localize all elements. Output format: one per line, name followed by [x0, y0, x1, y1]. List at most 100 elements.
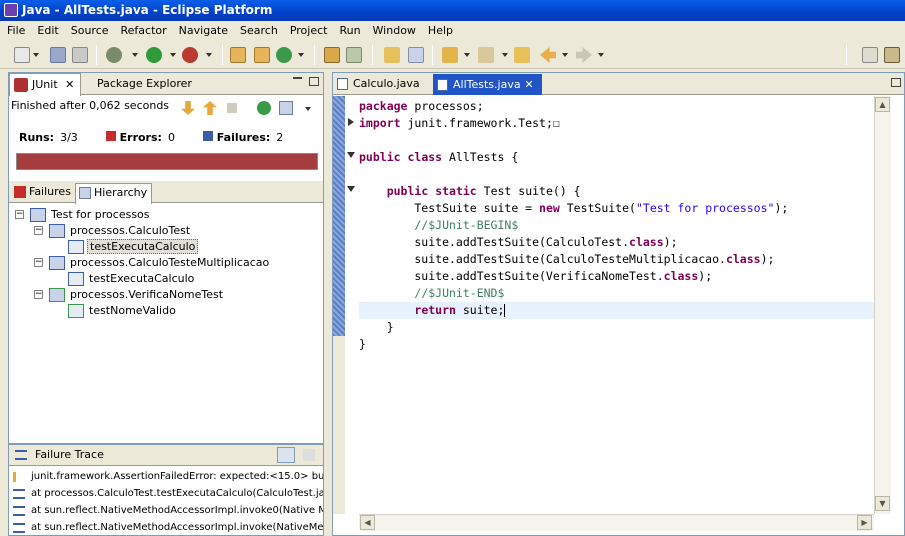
open-perspective-icon[interactable] [862, 47, 878, 63]
code-line[interactable]: //$JUnit-END$ [359, 285, 874, 302]
stop-icon[interactable] [227, 103, 237, 113]
save-icon[interactable] [50, 47, 66, 63]
view-menu-icon[interactable] [305, 107, 311, 111]
previous-annotation-dropdown-icon[interactable] [502, 53, 508, 57]
tree-collapse-icon[interactable]: − [34, 258, 43, 267]
new-class-icon[interactable] [276, 47, 292, 63]
maximize-icon[interactable] [309, 77, 319, 86]
code-line[interactable]: suite.addTestSuite(CalculoTest.class); [359, 234, 874, 251]
window-title-bar[interactable]: Java - AllTests.java - Eclipse Platform [0, 0, 905, 21]
next-annotation-dropdown-icon[interactable] [464, 53, 470, 57]
last-edit-location-icon[interactable] [514, 47, 530, 63]
close-icon[interactable]: ✕ [521, 78, 533, 91]
tree-node[interactable]: testNomeValido [53, 303, 178, 319]
menu-item-run[interactable]: Run [332, 21, 365, 37]
new-java-project-icon[interactable] [230, 47, 246, 63]
tree-collapse-icon[interactable]: − [34, 290, 43, 299]
code-line[interactable]: import junit.framework.Test;☐ [359, 115, 874, 132]
tree-collapse-icon[interactable]: − [34, 226, 43, 235]
debug-icon[interactable] [106, 47, 122, 63]
trace-line[interactable]: junit.framework.AssertionFailedError: ex… [13, 469, 323, 485]
close-icon[interactable]: ✕ [65, 78, 74, 91]
code-editor[interactable]: package processos; import junit.framework… [359, 96, 874, 514]
back-dropdown-icon[interactable] [562, 53, 568, 57]
code-line[interactable]: } [359, 319, 874, 336]
tree-node[interactable]: − processos.CalculoTesteMultiplicacao [34, 255, 271, 271]
toggle-mark-icon[interactable] [384, 47, 400, 63]
debug-dropdown-icon[interactable] [132, 53, 138, 57]
rerun-icon[interactable] [257, 101, 271, 115]
code-token: processos; [407, 99, 484, 113]
search-icon[interactable] [346, 47, 362, 63]
code-line[interactable] [359, 166, 874, 183]
menu-item-refactor[interactable]: Refactor [114, 21, 172, 37]
previous-annotation-icon[interactable] [478, 47, 494, 63]
new-icon[interactable] [14, 47, 30, 63]
print-icon[interactable] [72, 47, 88, 63]
menu-item-file[interactable]: File [0, 21, 30, 37]
tab-package-explorer[interactable]: Package Explorer [75, 73, 198, 95]
toggle-presentation-icon[interactable] [408, 47, 424, 63]
forward-icon[interactable] [576, 47, 592, 63]
new-class-dropdown-icon[interactable] [298, 53, 304, 57]
fold-collapse-icon[interactable] [347, 152, 355, 158]
menu-item-window[interactable]: Window [366, 21, 421, 37]
tree-node[interactable]: − processos.VerificaNomeTest [34, 287, 225, 303]
code-line[interactable]: //$JUnit-BEGIN$ [359, 217, 874, 234]
menu-item-search[interactable]: Search [233, 21, 283, 37]
code-line[interactable]: package processos; [359, 98, 874, 115]
filter-stack-icon[interactable] [277, 447, 295, 463]
editor-maximize-icon[interactable] [891, 78, 901, 87]
scroll-up-icon[interactable]: ▲ [875, 97, 890, 112]
menu-item-project[interactable]: Project [283, 21, 333, 37]
tab-failures[interactable]: Failures [11, 183, 75, 203]
code-line[interactable] [359, 132, 874, 149]
trace-line[interactable]: at processos.CalculoTest.testExecutaCalc… [13, 486, 323, 502]
external-tools-icon[interactable] [182, 47, 198, 63]
fold-expand-icon[interactable] [348, 118, 354, 126]
tree-node[interactable]: testExecutaCalculo [53, 271, 196, 287]
vertical-scrollbar[interactable]: ▲ ▼ [874, 96, 891, 514]
minimize-icon[interactable] [293, 77, 302, 79]
editor-tab[interactable]: AllTests.java ✕ [433, 74, 542, 95]
open-type-icon[interactable] [324, 47, 340, 63]
java-perspective-icon[interactable] [884, 47, 900, 63]
code-line[interactable]: suite.addTestSuite(CalculoTesteMultiplic… [359, 251, 874, 268]
menu-item-navigate[interactable]: Navigate [172, 21, 233, 37]
external-tools-dropdown-icon[interactable] [206, 53, 212, 57]
tree-collapse-icon[interactable]: − [15, 210, 24, 219]
back-icon[interactable] [540, 47, 556, 63]
next-failure-icon[interactable] [181, 101, 195, 115]
trace-line[interactable]: at sun.reflect.NativeMethodAccessorImpl.… [13, 520, 323, 536]
code-line[interactable]: return suite; [359, 302, 874, 319]
run-dropdown-icon[interactable] [170, 53, 176, 57]
trace-line[interactable]: at sun.reflect.NativeMethodAccessorImpl.… [13, 503, 323, 519]
scroll-lock-icon[interactable] [279, 101, 293, 115]
next-annotation-icon[interactable] [442, 47, 458, 63]
horizontal-scrollbar[interactable]: ◀ ▶ [359, 514, 874, 531]
menu-item-source[interactable]: Source [64, 21, 114, 37]
fold-collapse-icon[interactable] [347, 186, 355, 192]
code-line[interactable]: } [359, 336, 874, 353]
menu-item-help[interactable]: Help [421, 21, 458, 37]
editor-tab[interactable]: Calculo.java [333, 73, 428, 95]
run-icon[interactable] [146, 47, 162, 63]
new-package-icon[interactable] [254, 47, 270, 63]
code-line[interactable]: TestSuite suite = new TestSuite("Test fo… [359, 200, 874, 217]
tree-node[interactable]: − Test for processos [15, 207, 152, 223]
previous-failure-icon[interactable] [203, 101, 217, 115]
code-line[interactable]: suite.addTestSuite(VerificaNomeTest.clas… [359, 268, 874, 285]
code-line[interactable]: public static Test suite() { [359, 183, 874, 200]
tab-hierarchy[interactable]: Hierarchy [75, 183, 153, 204]
menu-item-edit[interactable]: Edit [30, 21, 63, 37]
scroll-down-icon[interactable]: ▼ [875, 496, 890, 511]
tree-node[interactable]: testExecutaCalculo [53, 239, 199, 255]
new-dropdown-icon[interactable] [33, 53, 39, 57]
tab-junit[interactable]: JUnit ✕ [9, 73, 82, 96]
scroll-left-icon[interactable]: ◀ [360, 515, 375, 530]
forward-dropdown-icon[interactable] [598, 53, 604, 57]
code-line[interactable]: public class AllTests { [359, 149, 874, 166]
tree-node[interactable]: − processos.CalculoTest [34, 223, 192, 239]
scroll-right-icon[interactable]: ▶ [857, 515, 872, 530]
compare-icon[interactable] [303, 449, 315, 461]
